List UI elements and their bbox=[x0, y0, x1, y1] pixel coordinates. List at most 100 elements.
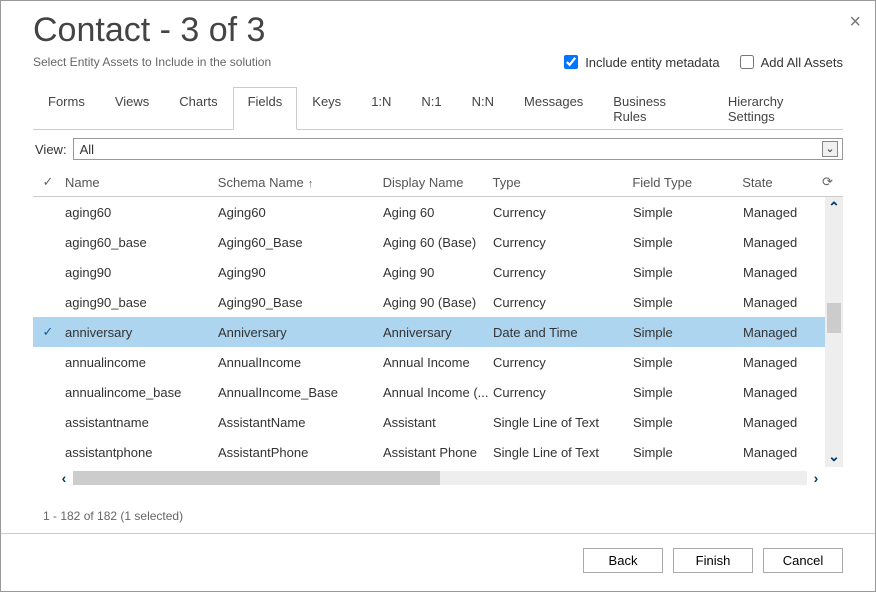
cell-schema: Aging90 bbox=[218, 265, 383, 280]
close-icon[interactable]: × bbox=[849, 11, 861, 34]
tab-business-rules[interactable]: Business Rules bbox=[598, 87, 713, 130]
tab-fields[interactable]: Fields bbox=[233, 87, 298, 130]
cell-schema: AnnualIncome_Base bbox=[218, 385, 383, 400]
cell-type: Currency bbox=[493, 295, 633, 310]
table-row[interactable]: aging60_baseAging60_BaseAging 60 (Base)C… bbox=[33, 227, 825, 257]
tab-views[interactable]: Views bbox=[100, 87, 164, 130]
column-header-fieldtype[interactable]: Field Type bbox=[632, 175, 742, 190]
grid: ✓ Name Schema Name↑ Display Name Type Fi… bbox=[33, 168, 843, 503]
cell-name: annualincome_base bbox=[63, 385, 218, 400]
view-label: View: bbox=[33, 142, 67, 157]
cell-type: Date and Time bbox=[493, 325, 633, 340]
tab-n-1[interactable]: N:1 bbox=[406, 87, 456, 130]
cell-state: Managed bbox=[743, 415, 823, 430]
include-metadata-input[interactable] bbox=[564, 55, 578, 69]
cell-name: aging90 bbox=[63, 265, 218, 280]
cell-type: Single Line of Text bbox=[493, 445, 633, 460]
add-all-assets-checkbox[interactable]: Add All Assets bbox=[736, 52, 843, 72]
row-check-icon[interactable]: ✓ bbox=[33, 324, 63, 340]
cell-type: Single Line of Text bbox=[493, 415, 633, 430]
cell-display: Aging 90 bbox=[383, 265, 493, 280]
include-metadata-checkbox[interactable]: Include entity metadata bbox=[560, 52, 719, 72]
cell-display: Anniversary bbox=[383, 325, 493, 340]
tab-keys[interactable]: Keys bbox=[297, 87, 356, 130]
scroll-up-icon[interactable]: ⌃ bbox=[825, 199, 843, 216]
tab-n-n[interactable]: N:N bbox=[457, 87, 509, 130]
cell-name: aging60_base bbox=[63, 235, 218, 250]
cell-fieldtype: Simple bbox=[633, 445, 743, 460]
scroll-right-icon[interactable]: › bbox=[807, 470, 825, 486]
view-value: All bbox=[80, 142, 94, 157]
table-row[interactable]: aging90_baseAging90_BaseAging 90 (Base)C… bbox=[33, 287, 825, 317]
cell-display: Assistant Phone bbox=[383, 445, 493, 460]
status-text: 1 - 182 of 182 (1 selected) bbox=[33, 503, 843, 533]
column-header-display[interactable]: Display Name bbox=[383, 175, 493, 190]
cell-name: aging60 bbox=[63, 205, 218, 220]
scroll-thumb[interactable] bbox=[827, 303, 841, 333]
table-row[interactable]: annualincomeAnnualIncomeAnnual IncomeCur… bbox=[33, 347, 825, 377]
cell-state: Managed bbox=[743, 205, 823, 220]
scroll-left-icon[interactable]: ‹ bbox=[55, 470, 73, 486]
cell-display: Aging 60 bbox=[383, 205, 493, 220]
refresh-icon[interactable]: ⟳ bbox=[822, 174, 843, 190]
cell-fieldtype: Simple bbox=[633, 385, 743, 400]
scroll-track[interactable] bbox=[73, 471, 807, 485]
cell-name: annualincome bbox=[63, 355, 218, 370]
add-all-assets-input[interactable] bbox=[740, 55, 754, 69]
grid-header: ✓ Name Schema Name↑ Display Name Type Fi… bbox=[33, 168, 843, 197]
cell-state: Managed bbox=[743, 385, 823, 400]
scroll-thumb-h[interactable] bbox=[73, 471, 440, 485]
cell-schema: AssistantName bbox=[218, 415, 383, 430]
table-row[interactable]: assistantnameAssistantNameAssistantSingl… bbox=[33, 407, 825, 437]
tabs: FormsViewsChartsFieldsKeys1:NN:1N:NMessa… bbox=[33, 86, 843, 130]
cell-display: Aging 90 (Base) bbox=[383, 295, 493, 310]
vertical-scrollbar[interactable]: ⌃ ⌄ bbox=[825, 197, 843, 467]
cell-type: Currency bbox=[493, 385, 633, 400]
table-row[interactable]: ✓anniversaryAnniversaryAnniversaryDate a… bbox=[33, 317, 825, 347]
dialog: × Contact - 3 of 3 Select Entity Assets … bbox=[0, 0, 876, 592]
cell-type: Currency bbox=[493, 355, 633, 370]
cell-type: Currency bbox=[493, 205, 633, 220]
select-all-check[interactable]: ✓ bbox=[33, 174, 63, 190]
column-header-state[interactable]: State bbox=[742, 175, 822, 190]
table-row[interactable]: aging60Aging60Aging 60CurrencySimpleMana… bbox=[33, 197, 825, 227]
cell-name: anniversary bbox=[63, 325, 218, 340]
cancel-button[interactable]: Cancel bbox=[763, 548, 843, 573]
table-row[interactable]: annualincome_baseAnnualIncome_BaseAnnual… bbox=[33, 377, 825, 407]
cell-schema: Aging60_Base bbox=[218, 235, 383, 250]
column-header-schema[interactable]: Schema Name↑ bbox=[218, 175, 383, 190]
cell-state: Managed bbox=[743, 265, 823, 280]
cell-schema: Anniversary bbox=[218, 325, 383, 340]
scroll-down-icon[interactable]: ⌄ bbox=[825, 448, 843, 465]
cell-state: Managed bbox=[743, 295, 823, 310]
cell-display: Annual Income (... bbox=[383, 385, 493, 400]
cell-state: Managed bbox=[743, 325, 823, 340]
page-title: Contact - 3 of 3 bbox=[33, 11, 843, 50]
cell-schema: Aging60 bbox=[218, 205, 383, 220]
cell-state: Managed bbox=[743, 355, 823, 370]
column-header-name[interactable]: Name bbox=[63, 175, 218, 190]
tab-hierarchy-settings[interactable]: Hierarchy Settings bbox=[713, 87, 843, 130]
add-all-assets-label: Add All Assets bbox=[761, 55, 843, 70]
finish-button[interactable]: Finish bbox=[673, 548, 753, 573]
chevron-down-icon[interactable]: ⌄ bbox=[822, 141, 838, 157]
cell-state: Managed bbox=[743, 235, 823, 250]
table-row[interactable]: aging90Aging90Aging 90CurrencySimpleMana… bbox=[33, 257, 825, 287]
back-button[interactable]: Back bbox=[583, 548, 663, 573]
cell-name: assistantphone bbox=[63, 445, 218, 460]
cell-display: Annual Income bbox=[383, 355, 493, 370]
tab-messages[interactable]: Messages bbox=[509, 87, 598, 130]
table-row[interactable]: assistantphoneAssistantPhoneAssistant Ph… bbox=[33, 437, 825, 467]
cell-fieldtype: Simple bbox=[633, 295, 743, 310]
cell-fieldtype: Simple bbox=[633, 415, 743, 430]
horizontal-scrollbar[interactable]: ‹ › bbox=[55, 469, 825, 487]
cell-fieldtype: Simple bbox=[633, 265, 743, 280]
column-header-type[interactable]: Type bbox=[492, 175, 632, 190]
tab-forms[interactable]: Forms bbox=[33, 87, 100, 130]
view-select[interactable]: All ⌄ bbox=[73, 138, 843, 160]
sort-asc-icon: ↑ bbox=[308, 178, 314, 190]
tab-charts[interactable]: Charts bbox=[164, 87, 232, 130]
cell-type: Currency bbox=[493, 265, 633, 280]
cell-schema: AnnualIncome bbox=[218, 355, 383, 370]
tab-1-n[interactable]: 1:N bbox=[356, 87, 406, 130]
